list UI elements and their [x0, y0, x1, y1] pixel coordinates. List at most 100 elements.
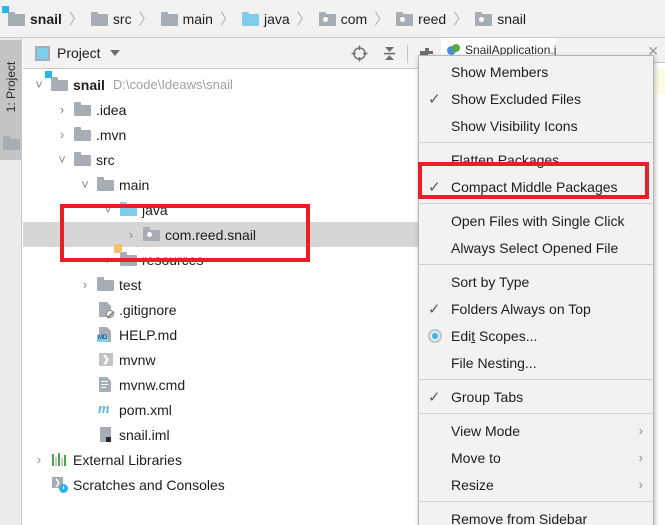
tree-row-label: snail.iml [119, 427, 170, 443]
breadcrumb-item-label: snail [497, 11, 526, 27]
chevron-right-icon[interactable]: › [123, 227, 139, 243]
tree-row[interactable]: mpom.xml [23, 397, 441, 422]
tree-row[interactable]: ›resources [23, 247, 441, 272]
menu-item-show-visibility-icons[interactable]: Show Visibility Icons [419, 112, 653, 139]
tree-row-label: main [119, 177, 149, 193]
text-file-icon [97, 377, 114, 392]
breadcrumb-item-label: src [113, 11, 132, 27]
tree-spacer [31, 477, 47, 493]
source-folder-icon [120, 202, 137, 217]
project-panel-header: Project [23, 38, 441, 69]
tree-row-label: mvnw [119, 352, 156, 368]
menu-item-label: Show Visibility Icons [451, 118, 578, 134]
chevron-right-icon[interactable]: › [31, 452, 47, 468]
tree-row-label: .idea [96, 102, 126, 118]
breadcrumb-item-main[interactable]: main [161, 11, 213, 27]
menu-item-always-select-opened-file[interactable]: Always Select Opened File [419, 234, 653, 261]
tree-row[interactable]: MDHELP.md [23, 322, 441, 347]
breadcrumb-item-com[interactable]: com [319, 11, 367, 27]
chevron-down-icon[interactable] [110, 50, 120, 56]
breadcrumb-item-snail[interactable]: snail [8, 11, 62, 27]
tree-row[interactable]: ›com.reed.snail [23, 222, 441, 247]
chevron-right-icon[interactable]: › [77, 277, 93, 293]
tree-row[interactable]: › .mvn [23, 122, 441, 147]
folder-icon [91, 12, 108, 26]
chevron-right-icon[interactable]: › [54, 102, 70, 118]
menu-item-compact-middle-packages[interactable]: ✓Compact Middle Packages [419, 173, 653, 200]
scratches-icon: ❯ [51, 477, 68, 492]
tree-row[interactable]: ˅snailD:\code\Ideaws\snail [23, 72, 441, 97]
folder-icon [74, 102, 91, 117]
project-tool-window: Project [23, 38, 441, 525]
chevron-down-icon[interactable]: ˅ [31, 77, 47, 93]
toolbar-divider [407, 45, 408, 63]
menu-item-label: View Mode [451, 423, 520, 439]
shell-script-icon: ❯ [97, 352, 114, 367]
menu-item-group-tabs[interactable]: ✓Group Tabs [419, 383, 653, 410]
view-options-context-menu[interactable]: Show Members✓Show Excluded Files Show Vis… [418, 55, 654, 525]
tree-row[interactable]: ❯Scratches and Consoles [23, 472, 441, 497]
menu-separator [419, 501, 653, 502]
chevron-down-icon[interactable]: ˅ [100, 202, 116, 218]
menu-item-label: Group Tabs [451, 389, 523, 405]
tree-row[interactable]: ❯ mvnw [23, 347, 441, 372]
breadcrumb-item-label: com [341, 11, 367, 27]
tree-spacer [77, 402, 93, 418]
project-tool-window-label-text: 1: Project [4, 62, 18, 113]
scroll-from-source-button[interactable] [344, 38, 374, 69]
menu-item-file-nesting[interactable]: File Nesting... [419, 349, 653, 376]
package-icon [475, 12, 492, 26]
menu-item-folders-always-on-top[interactable]: ✓Folders Always on Top [419, 295, 653, 322]
menu-item-show-members[interactable]: Show Members [419, 58, 653, 85]
tree-row[interactable]: ˅src [23, 147, 441, 172]
tree-row[interactable]: ›External Libraries [23, 447, 441, 472]
chevron-down-icon[interactable]: ˅ [54, 152, 70, 168]
breadcrumb-separator: 〉 [69, 8, 84, 29]
folder-icon [97, 277, 114, 292]
menu-item-flatten-packages[interactable]: Flatten Packages [419, 146, 653, 173]
tree-row-label: .gitignore [119, 302, 177, 318]
tree-row[interactable]: mvnw.cmd [23, 372, 441, 397]
breadcrumb: snail〉src〉main〉java〉com〉reed〉snail [0, 0, 665, 38]
breadcrumb-item-src[interactable]: src [91, 11, 132, 27]
menu-separator [419, 379, 653, 380]
menu-item-resize[interactable]: Resize› [419, 471, 653, 498]
tree-row[interactable]: › .idea [23, 97, 441, 122]
tree-row-label: java [142, 202, 168, 218]
check-icon: ✓ [428, 295, 441, 322]
tree-row[interactable]: snail.iml [23, 422, 441, 447]
tree-row[interactable]: ˅ main [23, 172, 441, 197]
folder-icon [74, 127, 91, 142]
menu-item-label: Sort by Type [451, 274, 529, 290]
tree-row[interactable]: ›test [23, 272, 441, 297]
menu-item-move-to[interactable]: Move to› [419, 444, 653, 471]
breadcrumb-item-snail[interactable]: snail [475, 11, 526, 27]
menu-separator [419, 142, 653, 143]
project-tree[interactable]: ˅snailD:\code\Ideaws\snail › .idea › .mvn ˅sr… [23, 69, 441, 497]
menu-item-open-files-with-single-click[interactable]: Open Files with Single Click [419, 207, 653, 234]
collapse-all-button[interactable] [374, 38, 404, 69]
breadcrumb-item-label: java [264, 11, 290, 27]
menu-item-remove-from-sidebar[interactable]: Remove from Sidebar [419, 505, 653, 525]
tree-row[interactable]: .gitignore [23, 297, 441, 322]
project-folder-icon [3, 136, 19, 149]
menu-item-show-excluded-files[interactable]: ✓Show Excluded Files [419, 85, 653, 112]
menu-item-sort-by-type[interactable]: Sort by Type [419, 268, 653, 295]
menu-item-edit-scopes[interactable]: Edit Scopes... [419, 322, 653, 349]
breadcrumb-item-java[interactable]: java [242, 11, 290, 27]
breadcrumb-item-reed[interactable]: reed [396, 11, 446, 27]
chevron-right-icon[interactable]: › [100, 252, 116, 268]
chevron-right-icon[interactable]: › [54, 127, 70, 143]
tree-spacer [77, 427, 93, 443]
menu-item-view-mode[interactable]: View Mode › [419, 417, 653, 444]
tree-row[interactable]: ˅ java [23, 197, 441, 222]
chevron-right-icon: › [639, 417, 643, 444]
sidebar-item-project[interactable]: 1: Project [0, 40, 22, 160]
chevron-down-icon[interactable]: ˅ [77, 177, 93, 193]
breadcrumb-separator: 〉 [220, 8, 235, 29]
menu-separator [419, 413, 653, 414]
maven-file-icon: m [97, 402, 114, 417]
tree-row-label: .mvn [96, 127, 126, 143]
package-icon [319, 12, 336, 26]
resource-folder-icon [120, 252, 137, 267]
